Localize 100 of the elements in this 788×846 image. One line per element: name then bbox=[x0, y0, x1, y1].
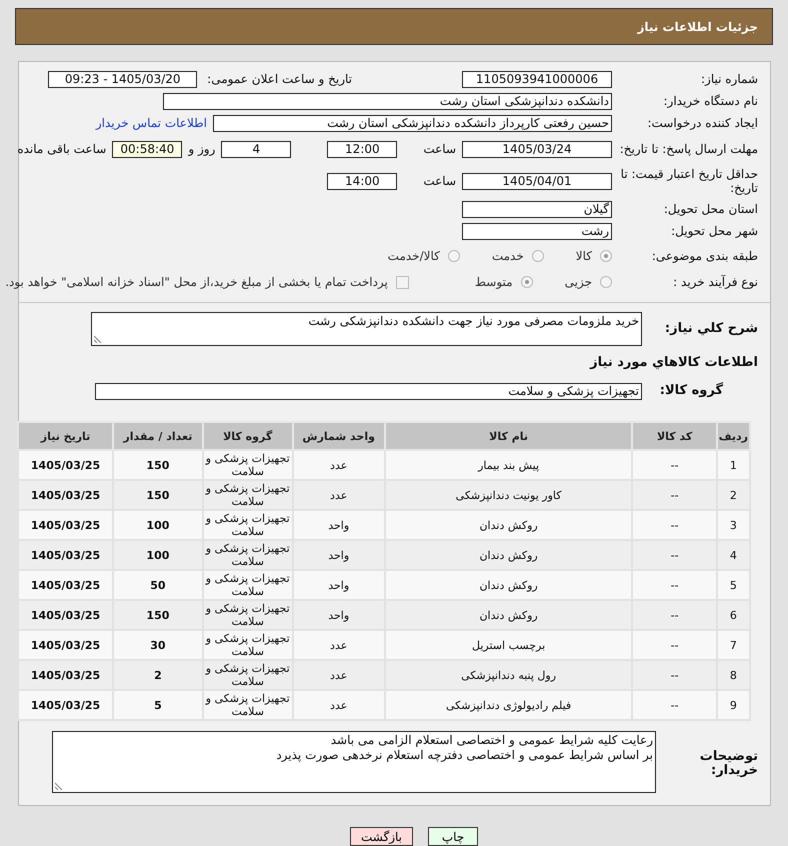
buyer-notes-field[interactable]: رعایت کلیه شرایط عمومی و اختصاصی استعلام الزامی می باشد بر اساس شرایط عمومی و اختصاصی دفترچه استعلام نرخدهی صورت پذیرد bbox=[52, 731, 656, 793]
table-cell: تجهیزات پزشکی و سلامت bbox=[202, 540, 293, 570]
table-cell: واحد bbox=[292, 540, 385, 570]
table-cell: 100 bbox=[113, 540, 203, 570]
city-field[interactable]: رشت bbox=[462, 222, 612, 240]
buyer-contact-link[interactable]: اطلاعات تماس خریدار bbox=[96, 116, 207, 130]
table-cell: تجهیزات پزشکی و سلامت bbox=[202, 570, 293, 600]
table-cell: 1405/03/25 bbox=[18, 450, 114, 480]
radio-option[interactable]: کالا/خدمت bbox=[388, 249, 460, 263]
table-cell: واحد bbox=[292, 600, 385, 630]
checkbox[interactable] bbox=[396, 276, 409, 288]
field-label: ساعت bbox=[423, 142, 456, 156]
table-cell: -- bbox=[632, 570, 717, 600]
field-label: تاریخ و ساعت اعلان عمومی: bbox=[207, 72, 352, 86]
field-label: شرح کلي نياز: bbox=[664, 322, 758, 336]
table-cell: 9 bbox=[716, 690, 750, 720]
validity-date-field[interactable]: 1405/04/01 bbox=[462, 172, 612, 190]
validity-time-field[interactable]: 14:00 bbox=[327, 172, 398, 190]
table-cell: 100 bbox=[113, 510, 203, 540]
resize-grip-icon bbox=[94, 335, 102, 343]
goods-group-field[interactable]: تجهیزات پزشکی و سلامت bbox=[95, 382, 642, 400]
table-cell: 150 bbox=[113, 450, 203, 480]
table-cell: عدد bbox=[292, 660, 385, 690]
table-cell: 150 bbox=[113, 600, 203, 630]
table-cell: 6 bbox=[716, 600, 750, 630]
radio-option[interactable]: کالا bbox=[576, 249, 612, 263]
remaining-time-field: 00:58:40 bbox=[112, 140, 182, 158]
table-cell: فیلم رادیولوژی دندانپزشکی bbox=[384, 690, 632, 720]
table-cell: -- bbox=[632, 690, 717, 720]
back-button[interactable]: بازگشت bbox=[350, 827, 413, 846]
deadline-date-field[interactable]: 1405/03/24 bbox=[462, 140, 612, 158]
column-header: گروه کالا bbox=[202, 422, 293, 450]
table-cell: 1405/03/25 bbox=[18, 510, 114, 540]
payment-checkbox-option[interactable]: پرداخت تمام یا بخشی از مبلغ خرید،از محل "اسناد خزانه اسلامی" خواهد بود. bbox=[5, 275, 409, 289]
table-cell: 2 bbox=[113, 660, 203, 690]
table-cell: -- bbox=[632, 540, 717, 570]
field-label: ایجاد کننده درخواست: bbox=[646, 116, 758, 130]
description-text: خرید ملزومات مصرفی مورد نیاز جهت دانشکده دندانپزشکی رشت bbox=[308, 314, 639, 328]
field-label: نام دستگاه خریدار: bbox=[662, 94, 758, 108]
table-cell: واحد bbox=[292, 570, 385, 600]
field-label: ساعت باقی مانده bbox=[17, 142, 106, 156]
table-cell: -- bbox=[632, 480, 717, 510]
column-header: کد کالا bbox=[632, 422, 717, 450]
table-cell: تجهیزات پزشکی و سلامت bbox=[202, 480, 293, 510]
column-header: تاریخ نیاز bbox=[18, 422, 114, 450]
field-label: مهلت ارسال پاسخ: تا تاریخ: bbox=[618, 142, 758, 156]
print-button[interactable]: چاپ bbox=[428, 827, 478, 846]
radio-option[interactable]: خدمت bbox=[492, 249, 544, 263]
table-cell: تجهیزات پزشکی و سلامت bbox=[202, 450, 293, 480]
field-label: ساعت bbox=[423, 174, 456, 188]
description-field[interactable]: خرید ملزومات مصرفی مورد نیاز جهت دانشکده دندانپزشکی رشت bbox=[91, 312, 642, 346]
table-cell: 2 bbox=[716, 480, 750, 510]
radio-button[interactable] bbox=[532, 250, 544, 262]
resize-grip-icon bbox=[55, 782, 63, 790]
table-cell: -- bbox=[632, 450, 717, 480]
radio-option[interactable]: متوسط bbox=[474, 275, 533, 289]
table-cell: 4 bbox=[716, 540, 750, 570]
table-cell: 30 bbox=[113, 630, 203, 660]
column-header: تعداد / مقدار bbox=[113, 422, 203, 450]
table-cell: تجهیزات پزشکی و سلامت bbox=[202, 690, 293, 720]
column-header: واحد شمارش bbox=[292, 422, 385, 450]
table-cell: کاور یونیت دندانپزشکی bbox=[384, 480, 632, 510]
radio-button[interactable] bbox=[600, 276, 612, 288]
table-cell: 1405/03/25 bbox=[18, 480, 114, 510]
table-cell: 1405/03/25 bbox=[18, 660, 114, 690]
days-field[interactable]: 4 bbox=[221, 140, 292, 158]
table-cell: 1 bbox=[716, 450, 750, 480]
table-cell: رول پنبه دندانپزشکی bbox=[384, 660, 632, 690]
field-label: روز و bbox=[188, 142, 216, 156]
notes-line: بر اساس شرایط عمومی و اختصاصی دفترچه استعلام نرخدهی صورت پذیرد bbox=[276, 748, 653, 762]
deadline-time-field[interactable]: 12:00 bbox=[327, 140, 398, 158]
radio-option[interactable]: جزیی bbox=[564, 275, 612, 289]
table-cell: واحد bbox=[292, 510, 385, 540]
table-cell: روکش دندان bbox=[384, 510, 632, 540]
province-field[interactable]: گیلان bbox=[462, 200, 612, 218]
field-label: شهر محل تحویل: bbox=[670, 224, 758, 238]
table-cell: پیش بند بیمار bbox=[384, 450, 632, 480]
table-cell: 3 bbox=[716, 510, 750, 540]
table-cell: روکش دندان bbox=[384, 570, 632, 600]
field-label: طبقه بندی موضوعی: bbox=[650, 249, 758, 263]
field-label: استان محل تحویل: bbox=[662, 202, 758, 216]
column-header: نام کالا bbox=[384, 422, 632, 450]
table-cell: 1405/03/25 bbox=[18, 630, 114, 660]
table-cell: 1405/03/25 bbox=[18, 540, 114, 570]
radio-button[interactable] bbox=[600, 250, 612, 262]
radio-button[interactable] bbox=[448, 250, 460, 262]
table-cell: 5 bbox=[113, 690, 203, 720]
table-cell: -- bbox=[632, 660, 717, 690]
buyer-name-field[interactable]: دانشکده دندانپزشکی استان رشت bbox=[163, 92, 612, 110]
table-cell: عدد bbox=[292, 480, 385, 510]
column-header: ردیف bbox=[716, 422, 750, 450]
field-label: شماره نیاز: bbox=[700, 72, 758, 86]
need-number-field[interactable]: 1105093941000006 bbox=[462, 70, 612, 88]
table-cell: 1405/03/25 bbox=[18, 600, 114, 630]
announce-date-field[interactable]: 1405/03/20 - 09:23 bbox=[48, 70, 198, 88]
field-label: حداقل تاریخ اعتبار قیمت: تا تاریخ: bbox=[620, 167, 758, 195]
requester-field[interactable]: حسین رفعتی کارپرداز دانشکده دندانپزشکی استان رشت bbox=[213, 114, 612, 132]
table-cell: 5 bbox=[716, 570, 750, 600]
table-cell: 1405/03/25 bbox=[18, 570, 114, 600]
radio-button[interactable] bbox=[520, 276, 533, 288]
